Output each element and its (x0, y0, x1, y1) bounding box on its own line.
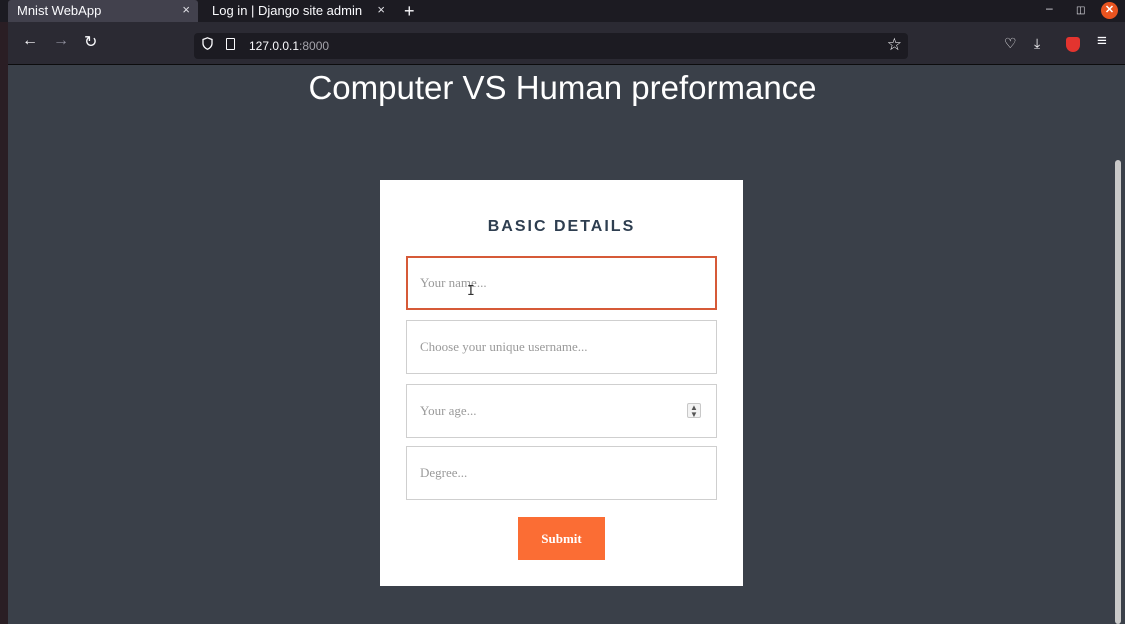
form-heading: BASIC DETAILS (487, 218, 636, 235)
submit-button[interactable]: Submit (518, 517, 605, 560)
new-tab-button[interactable]: + (404, 0, 415, 22)
page-title: Computer VS Human preformance (308, 69, 817, 106)
desktop-edge (0, 22, 8, 624)
basic-details-form: BASIC DETAILS ▲▼ Submit (380, 180, 743, 586)
age-input[interactable] (406, 384, 717, 438)
forward-icon[interactable]: → (53, 32, 69, 50)
name-input[interactable] (406, 256, 717, 310)
menu-icon[interactable]: ≡ (1097, 31, 1107, 51)
close-tab-icon[interactable]: × (182, 2, 190, 17)
page-scrollbar[interactable] (1115, 160, 1121, 624)
maximize-icon[interactable]: ◫ (1076, 5, 1085, 16)
download-icon[interactable]: ⤓ (1034, 35, 1040, 52)
tab-django-admin[interactable]: Log in | Django site admin × (203, 0, 393, 22)
pocket-icon[interactable]: ♡ (1004, 35, 1017, 52)
reload-icon[interactable]: ↻ (84, 32, 97, 52)
back-icon[interactable]: ← (22, 32, 38, 50)
url-text[interactable]: 127.0.0.1:8000 (249, 39, 329, 53)
bookmark-star-icon[interactable]: ☆ (887, 35, 902, 55)
close-tab-icon[interactable]: × (377, 2, 385, 17)
ublock-extension-icon[interactable] (1066, 37, 1080, 52)
minimize-icon[interactable]: – (1046, 1, 1053, 15)
tab-bar: Mnist WebApp × Log in | Django site admi… (0, 0, 1125, 22)
tab-label: Mnist WebApp (17, 3, 102, 18)
url-bar[interactable]: 127.0.0.1:8000 ☆ (194, 33, 908, 59)
shield-icon[interactable] (202, 37, 213, 50)
window-close-icon[interactable]: ✕ (1101, 2, 1118, 19)
age-stepper[interactable]: ▲ ▼ (687, 403, 701, 419)
username-input[interactable] (406, 320, 717, 374)
tab-mnist-webapp[interactable]: Mnist WebApp × (8, 0, 198, 22)
tab-label: Log in | Django site admin (212, 3, 363, 18)
navigation-bar: ← → ↻ 127.0.0.1:8000 ☆ ♡ ⤓ ≡ (0, 22, 1125, 65)
text-cursor-icon: I (467, 284, 475, 299)
degree-input[interactable] (406, 446, 717, 500)
page-icon[interactable] (226, 38, 235, 50)
